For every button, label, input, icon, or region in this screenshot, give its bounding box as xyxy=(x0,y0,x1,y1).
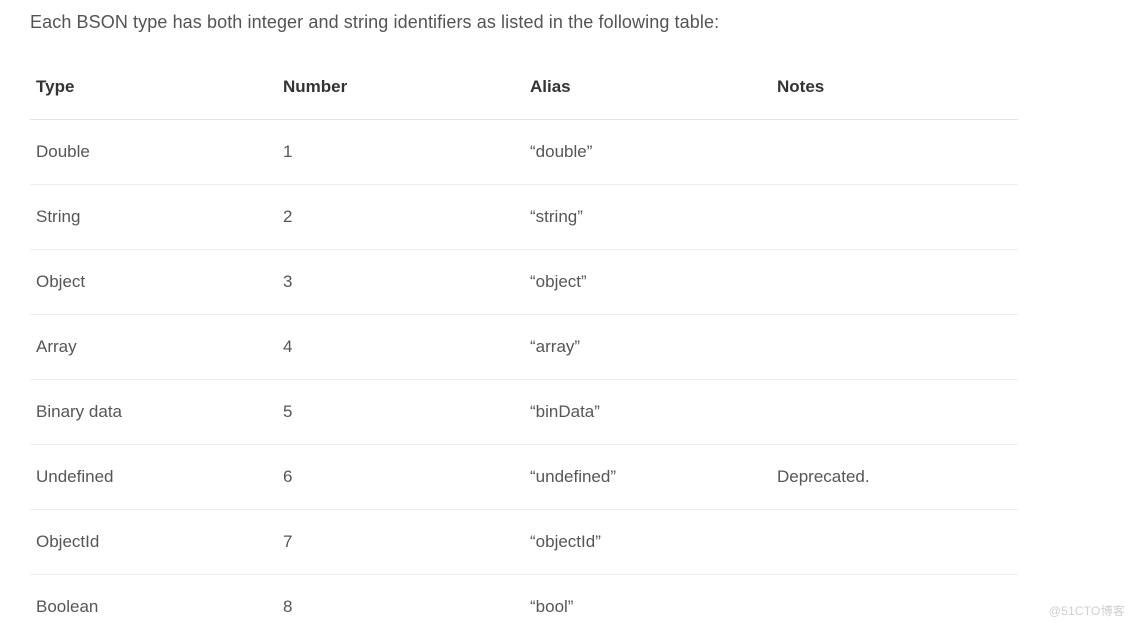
table-row: Undefined 6 “undefined” Deprecated. xyxy=(30,445,1018,510)
cell-type: Undefined xyxy=(30,445,277,510)
cell-number: 7 xyxy=(277,510,524,575)
table-row: Array 4 “array” xyxy=(30,315,1018,380)
cell-notes xyxy=(771,250,1018,315)
cell-notes xyxy=(771,575,1018,623)
cell-notes xyxy=(771,120,1018,185)
cell-number: 3 xyxy=(277,250,524,315)
cell-number: 1 xyxy=(277,120,524,185)
table-row: Binary data 5 “binData” xyxy=(30,380,1018,445)
document-container: Each BSON type has both integer and stri… xyxy=(0,0,1131,623)
cell-type: Object xyxy=(30,250,277,315)
cell-alias: “binData” xyxy=(524,380,771,445)
header-notes: Notes xyxy=(771,61,1018,120)
cell-number: 8 xyxy=(277,575,524,623)
cell-number: 6 xyxy=(277,445,524,510)
cell-type: Array xyxy=(30,315,277,380)
bson-types-table: Type Number Alias Notes Double 1 “double… xyxy=(30,61,1018,623)
cell-notes xyxy=(771,315,1018,380)
cell-type: ObjectId xyxy=(30,510,277,575)
cell-type: Binary data xyxy=(30,380,277,445)
header-type: Type xyxy=(30,61,277,120)
cell-notes xyxy=(771,185,1018,250)
cell-number: 5 xyxy=(277,380,524,445)
cell-notes: Deprecated. xyxy=(771,445,1018,510)
table-row: Double 1 “double” xyxy=(30,120,1018,185)
cell-alias: “string” xyxy=(524,185,771,250)
cell-type: Double xyxy=(30,120,277,185)
cell-type: String xyxy=(30,185,277,250)
cell-type: Boolean xyxy=(30,575,277,623)
header-alias: Alias xyxy=(524,61,771,120)
cell-alias: “undefined” xyxy=(524,445,771,510)
cell-alias: “object” xyxy=(524,250,771,315)
cell-number: 2 xyxy=(277,185,524,250)
cell-alias: “double” xyxy=(524,120,771,185)
cell-alias: “objectId” xyxy=(524,510,771,575)
cell-alias: “bool” xyxy=(524,575,771,623)
table-row: ObjectId 7 “objectId” xyxy=(30,510,1018,575)
intro-text: Each BSON type has both integer and stri… xyxy=(30,12,1101,33)
cell-notes xyxy=(771,510,1018,575)
cell-notes xyxy=(771,380,1018,445)
table-row: String 2 “string” xyxy=(30,185,1018,250)
header-number: Number xyxy=(277,61,524,120)
cell-alias: “array” xyxy=(524,315,771,380)
table-header-row: Type Number Alias Notes xyxy=(30,61,1018,120)
cell-number: 4 xyxy=(277,315,524,380)
table-row: Boolean 8 “bool” xyxy=(30,575,1018,623)
table-row: Object 3 “object” xyxy=(30,250,1018,315)
